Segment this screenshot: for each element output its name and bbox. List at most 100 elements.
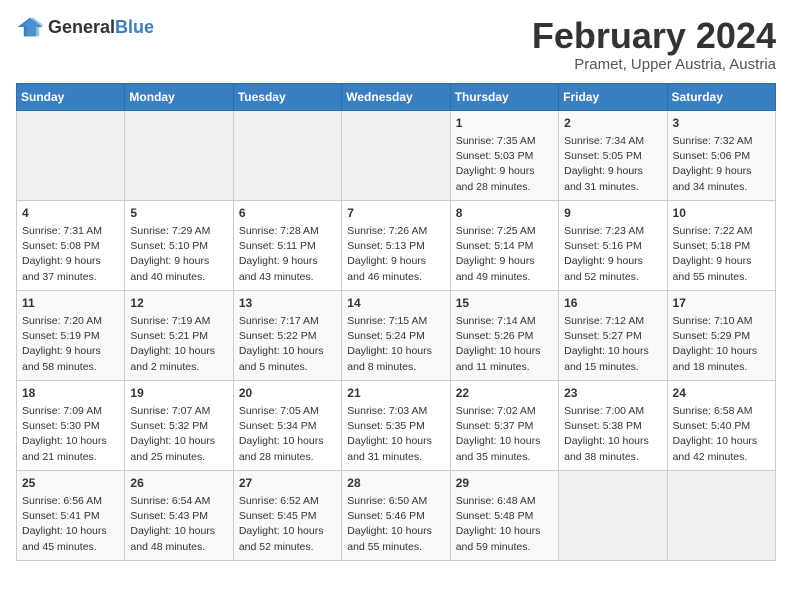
day-info: Sunrise: 6:58 AMSunset: 5:40 PMDaylight:… — [673, 404, 770, 465]
calendar-cell: 16 Sunrise: 7:12 AMSunset: 5:27 PMDayligh… — [559, 290, 667, 380]
calendar-cell: 24 Sunrise: 6:58 AMSunset: 5:40 PMDayligh… — [667, 380, 775, 470]
calendar-cell: 25Sunrise: 6:56 AMSunset: 5:41 PMDayligh… — [17, 470, 125, 560]
day-info: Sunrise: 7:12 AMSunset: 5:27 PMDaylight:… — [564, 314, 661, 375]
day-number: 5 — [130, 205, 227, 222]
day-info: Sunrise: 7:00 AMSunset: 5:38 PMDaylight:… — [564, 404, 661, 465]
day-number: 9 — [564, 205, 661, 222]
calendar-cell: 28Sunrise: 6:50 AMSunset: 5:46 PMDayligh… — [342, 470, 450, 560]
day-info: Sunrise: 7:14 AMSunset: 5:26 PMDaylight:… — [456, 314, 553, 375]
calendar-cell: 23 Sunrise: 7:00 AMSunset: 5:38 PMDayligh… — [559, 380, 667, 470]
day-number: 21 — [347, 385, 444, 402]
calendar-cell: 11 Sunrise: 7:20 AMSunset: 5:19 PMDayligh… — [17, 290, 125, 380]
day-number: 22 — [456, 385, 553, 402]
day-info: Sunrise: 7:32 AMSunset: 5:06 PMDaylight:… — [673, 134, 770, 195]
week-row-2: 4 Sunrise: 7:31 AMSunset: 5:08 PMDaylight… — [17, 200, 776, 290]
header-row: SundayMondayTuesdayWednesdayThursdayFrid… — [17, 83, 776, 110]
calendar-cell: 2 Sunrise: 7:34 AMSunset: 5:05 PMDaylight… — [559, 110, 667, 200]
header-day-thursday: Thursday — [450, 83, 558, 110]
day-info: Sunrise: 7:09 AMSunset: 5:30 PMDaylight:… — [22, 404, 119, 465]
day-info: Sunrise: 7:29 AMSunset: 5:10 PMDaylight:… — [130, 224, 227, 285]
day-number: 17 — [673, 295, 770, 312]
day-info: Sunrise: 6:48 AMSunset: 5:48 PMDaylight:… — [456, 494, 553, 555]
calendar-cell: 5 Sunrise: 7:29 AMSunset: 5:10 PMDaylight… — [125, 200, 233, 290]
calendar-cell: 14Sunrise: 7:15 AMSunset: 5:24 PMDayligh… — [342, 290, 450, 380]
week-row-5: 25Sunrise: 6:56 AMSunset: 5:41 PMDayligh… — [17, 470, 776, 560]
day-number: 8 — [456, 205, 553, 222]
page-title: February 2024 — [532, 16, 776, 56]
day-info: Sunrise: 7:19 AMSunset: 5:21 PMDaylight:… — [130, 314, 227, 375]
day-number: 20 — [239, 385, 336, 402]
calendar-cell: 3 Sunrise: 7:32 AMSunset: 5:06 PMDaylight… — [667, 110, 775, 200]
day-number: 2 — [564, 115, 661, 132]
header-day-friday: Friday — [559, 83, 667, 110]
day-number: 7 — [347, 205, 444, 222]
calendar-cell: 18 Sunrise: 7:09 AMSunset: 5:30 PMDayligh… — [17, 380, 125, 470]
calendar-cell — [559, 470, 667, 560]
day-info: Sunrise: 7:10 AMSunset: 5:29 PMDaylight:… — [673, 314, 770, 375]
day-number: 12 — [130, 295, 227, 312]
calendar-cell: 27Sunrise: 6:52 AMSunset: 5:45 PMDayligh… — [233, 470, 341, 560]
page-subtitle: Pramet, Upper Austria, Austria — [532, 56, 776, 73]
day-info: Sunrise: 7:05 AMSunset: 5:34 PMDaylight:… — [239, 404, 336, 465]
day-info: Sunrise: 7:03 AMSunset: 5:35 PMDaylight:… — [347, 404, 444, 465]
calendar-cell: 20 Sunrise: 7:05 AMSunset: 5:34 PMDayligh… — [233, 380, 341, 470]
calendar-cell: 8 Sunrise: 7:25 AMSunset: 5:14 PMDaylight… — [450, 200, 558, 290]
day-info: Sunrise: 7:23 AMSunset: 5:16 PMDaylight:… — [564, 224, 661, 285]
week-row-1: 1 Sunrise: 7:35 AMSunset: 5:03 PMDaylight… — [17, 110, 776, 200]
logo-text-blue: Blue — [115, 17, 154, 37]
logo: GeneralBlue — [16, 16, 154, 38]
calendar-cell: 7 Sunrise: 7:26 AMSunset: 5:13 PMDaylight… — [342, 200, 450, 290]
day-info: Sunrise: 7:31 AMSunset: 5:08 PMDaylight:… — [22, 224, 119, 285]
day-number: 3 — [673, 115, 770, 132]
day-info: Sunrise: 6:56 AMSunset: 5:41 PMDaylight:… — [22, 494, 119, 555]
logo-text-general: General — [48, 17, 115, 37]
calendar-cell: 12 Sunrise: 7:19 AMSunset: 5:21 PMDayligh… — [125, 290, 233, 380]
day-info: Sunrise: 6:54 AMSunset: 5:43 PMDaylight:… — [130, 494, 227, 555]
calendar-cell: 4 Sunrise: 7:31 AMSunset: 5:08 PMDaylight… — [17, 200, 125, 290]
day-info: Sunrise: 7:26 AMSunset: 5:13 PMDaylight:… — [347, 224, 444, 285]
header-day-tuesday: Tuesday — [233, 83, 341, 110]
calendar-body: 1 Sunrise: 7:35 AMSunset: 5:03 PMDaylight… — [17, 110, 776, 560]
calendar-cell — [17, 110, 125, 200]
header-day-saturday: Saturday — [667, 83, 775, 110]
calendar-cell — [233, 110, 341, 200]
day-number: 23 — [564, 385, 661, 402]
day-info: Sunrise: 7:35 AMSunset: 5:03 PMDaylight:… — [456, 134, 553, 195]
day-number: 1 — [456, 115, 553, 132]
calendar-table: SundayMondayTuesdayWednesdayThursdayFrid… — [16, 83, 776, 561]
day-number: 4 — [22, 205, 119, 222]
day-info: Sunrise: 7:20 AMSunset: 5:19 PMDaylight:… — [22, 314, 119, 375]
day-number: 29 — [456, 475, 553, 492]
day-number: 24 — [673, 385, 770, 402]
day-number: 18 — [22, 385, 119, 402]
day-info: Sunrise: 7:34 AMSunset: 5:05 PMDaylight:… — [564, 134, 661, 195]
day-number: 13 — [239, 295, 336, 312]
day-number: 15 — [456, 295, 553, 312]
calendar-cell: 1 Sunrise: 7:35 AMSunset: 5:03 PMDaylight… — [450, 110, 558, 200]
calendar-cell: 22Sunrise: 7:02 AMSunset: 5:37 PMDayligh… — [450, 380, 558, 470]
day-info: Sunrise: 7:28 AMSunset: 5:11 PMDaylight:… — [239, 224, 336, 285]
day-number: 27 — [239, 475, 336, 492]
day-number: 14 — [347, 295, 444, 312]
calendar-cell: 10Sunrise: 7:22 AMSunset: 5:18 PMDayligh… — [667, 200, 775, 290]
day-number: 6 — [239, 205, 336, 222]
day-number: 26 — [130, 475, 227, 492]
day-number: 10 — [673, 205, 770, 222]
day-number: 16 — [564, 295, 661, 312]
week-row-3: 11 Sunrise: 7:20 AMSunset: 5:19 PMDayligh… — [17, 290, 776, 380]
week-row-4: 18 Sunrise: 7:09 AMSunset: 5:30 PMDayligh… — [17, 380, 776, 470]
title-area: February 2024 Pramet, Upper Austria, Aus… — [532, 16, 776, 73]
calendar-cell — [342, 110, 450, 200]
header-day-monday: Monday — [125, 83, 233, 110]
day-number: 11 — [22, 295, 119, 312]
calendar-cell — [667, 470, 775, 560]
calendar-cell: 15 Sunrise: 7:14 AMSunset: 5:26 PMDayligh… — [450, 290, 558, 380]
logo-icon — [16, 16, 44, 38]
calendar-cell: 13Sunrise: 7:17 AMSunset: 5:22 PMDayligh… — [233, 290, 341, 380]
day-number: 19 — [130, 385, 227, 402]
calendar-cell: 19Sunrise: 7:07 AMSunset: 5:32 PMDayligh… — [125, 380, 233, 470]
day-info: Sunrise: 7:25 AMSunset: 5:14 PMDaylight:… — [456, 224, 553, 285]
calendar-cell: 26 Sunrise: 6:54 AMSunset: 5:43 PMDayligh… — [125, 470, 233, 560]
day-number: 28 — [347, 475, 444, 492]
calendar-cell: 21 Sunrise: 7:03 AMSunset: 5:35 PMDayligh… — [342, 380, 450, 470]
